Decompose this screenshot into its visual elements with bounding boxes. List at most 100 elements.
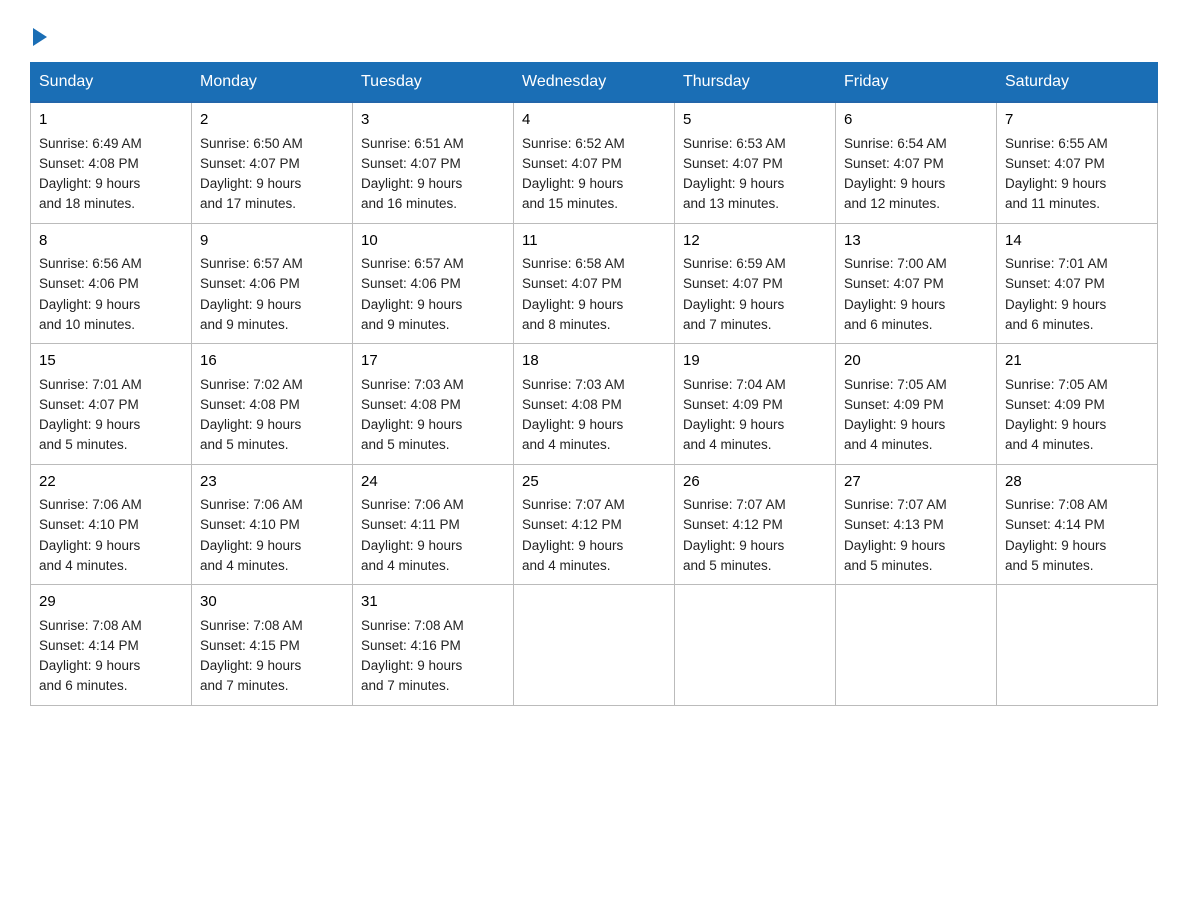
calendar-cell: 24 Sunrise: 7:06 AMSunset: 4:11 PMDayligh… (353, 464, 514, 585)
day-number: 10 (361, 230, 505, 253)
sunrise-info: Sunrise: 6:53 AMSunset: 4:07 PMDaylight:… (683, 136, 786, 212)
page-header (30, 30, 1158, 42)
sunrise-info: Sunrise: 7:02 AMSunset: 4:08 PMDaylight:… (200, 377, 303, 453)
day-number: 5 (683, 109, 827, 132)
day-number: 4 (522, 109, 666, 132)
calendar-table: SundayMondayTuesdayWednesdayThursdayFrid… (30, 62, 1158, 706)
sunrise-info: Sunrise: 6:51 AMSunset: 4:07 PMDaylight:… (361, 136, 464, 212)
day-number: 24 (361, 471, 505, 494)
sunrise-info: Sunrise: 7:01 AMSunset: 4:07 PMDaylight:… (1005, 256, 1108, 332)
sunrise-info: Sunrise: 6:52 AMSunset: 4:07 PMDaylight:… (522, 136, 625, 212)
day-number: 25 (522, 471, 666, 494)
day-number: 6 (844, 109, 988, 132)
calendar-cell: 16 Sunrise: 7:02 AMSunset: 4:08 PMDayligh… (192, 344, 353, 465)
calendar-cell: 19 Sunrise: 7:04 AMSunset: 4:09 PMDayligh… (675, 344, 836, 465)
calendar-cell: 4 Sunrise: 6:52 AMSunset: 4:07 PMDaylight… (514, 102, 675, 223)
sunrise-info: Sunrise: 7:01 AMSunset: 4:07 PMDaylight:… (39, 377, 142, 453)
week-row-1: 1Sunrise: 6:49 AMSunset: 4:08 PMDaylight… (31, 102, 1158, 223)
day-number: 31 (361, 591, 505, 614)
header-thursday: Thursday (675, 63, 836, 103)
day-number: 11 (522, 230, 666, 253)
calendar-cell: 21 Sunrise: 7:05 AMSunset: 4:09 PMDayligh… (997, 344, 1158, 465)
header-monday: Monday (192, 63, 353, 103)
day-number: 27 (844, 471, 988, 494)
sunrise-info: Sunrise: 7:04 AMSunset: 4:09 PMDaylight:… (683, 377, 786, 453)
calendar-cell: 3 Sunrise: 6:51 AMSunset: 4:07 PMDaylight… (353, 102, 514, 223)
day-number: 17 (361, 350, 505, 373)
calendar-cell: 29 Sunrise: 7:08 AMSunset: 4:14 PMDayligh… (31, 585, 192, 706)
sunrise-info: Sunrise: 7:08 AMSunset: 4:14 PMDaylight:… (39, 618, 142, 694)
sunrise-info: Sunrise: 7:07 AMSunset: 4:12 PMDaylight:… (522, 497, 625, 573)
sunrise-info: Sunrise: 7:07 AMSunset: 4:12 PMDaylight:… (683, 497, 786, 573)
calendar-cell: 28 Sunrise: 7:08 AMSunset: 4:14 PMDayligh… (997, 464, 1158, 585)
sunrise-info: Sunrise: 7:03 AMSunset: 4:08 PMDaylight:… (361, 377, 464, 453)
sunrise-info: Sunrise: 6:56 AMSunset: 4:06 PMDaylight:… (39, 256, 142, 332)
calendar-cell: 7 Sunrise: 6:55 AMSunset: 4:07 PMDaylight… (997, 102, 1158, 223)
calendar-cell: 25 Sunrise: 7:07 AMSunset: 4:12 PMDayligh… (514, 464, 675, 585)
day-number: 1 (39, 109, 183, 132)
day-number: 28 (1005, 471, 1149, 494)
calendar-cell: 27 Sunrise: 7:07 AMSunset: 4:13 PMDayligh… (836, 464, 997, 585)
sunrise-info: Sunrise: 7:08 AMSunset: 4:16 PMDaylight:… (361, 618, 464, 694)
sunrise-info: Sunrise: 6:57 AMSunset: 4:06 PMDaylight:… (200, 256, 303, 332)
calendar-cell: 14 Sunrise: 7:01 AMSunset: 4:07 PMDayligh… (997, 223, 1158, 344)
logo-triangle-icon (33, 28, 47, 46)
day-number: 26 (683, 471, 827, 494)
day-number: 15 (39, 350, 183, 373)
day-number: 19 (683, 350, 827, 373)
calendar-cell: 20Sunrise: 7:05 AMSunset: 4:09 PMDayligh… (836, 344, 997, 465)
week-row-2: 8 Sunrise: 6:56 AMSunset: 4:06 PMDaylight… (31, 223, 1158, 344)
calendar-header-row: SundayMondayTuesdayWednesdayThursdayFrid… (31, 63, 1158, 103)
sunrise-info: Sunrise: 6:59 AMSunset: 4:07 PMDaylight:… (683, 256, 786, 332)
calendar-cell: 22Sunrise: 7:06 AMSunset: 4:10 PMDayligh… (31, 464, 192, 585)
day-number: 18 (522, 350, 666, 373)
calendar-cell: 30 Sunrise: 7:08 AMSunset: 4:15 PMDayligh… (192, 585, 353, 706)
calendar-cell: 2Sunrise: 6:50 AMSunset: 4:07 PMDaylight… (192, 102, 353, 223)
sunrise-info: Sunrise: 6:55 AMSunset: 4:07 PMDaylight:… (1005, 136, 1108, 212)
day-number: 23 (200, 471, 344, 494)
calendar-cell: 8 Sunrise: 6:56 AMSunset: 4:06 PMDaylight… (31, 223, 192, 344)
header-saturday: Saturday (997, 63, 1158, 103)
day-number: 14 (1005, 230, 1149, 253)
week-row-4: 22 Sunrise: 7:06 AMSunset: 4:10 PMDayligh… (31, 464, 1158, 585)
calendar-cell (675, 585, 836, 706)
sunrise-info: Sunrise: 7:08 AMSunset: 4:15 PMDaylight:… (200, 618, 303, 694)
week-row-3: 15 Sunrise: 7:01 AMSunset: 4:07 PMDayligh… (31, 344, 1158, 465)
day-number: 20 (844, 350, 988, 373)
calendar-cell: 15 Sunrise: 7:01 AMSunset: 4:07 PMDayligh… (31, 344, 192, 465)
day-number: 3 (361, 109, 505, 132)
day-number: 21 (1005, 350, 1149, 373)
day-number: 30 (200, 591, 344, 614)
sunrise-info: Sunrise: 7:05 AMSunset: 4:09 PMDaylight:… (1005, 377, 1108, 453)
sunrise-info: Sunrise: 7:08 AMSunset: 4:14 PMDaylight:… (1005, 497, 1108, 573)
day-number: 9 (200, 230, 344, 253)
calendar-cell: 17 Sunrise: 7:03 AMSunset: 4:08 PMDayligh… (353, 344, 514, 465)
calendar-cell: 6Sunrise: 6:54 AMSunset: 4:07 PMDaylight… (836, 102, 997, 223)
logo (30, 30, 47, 42)
calendar-cell: 18Sunrise: 7:03 AMSunset: 4:08 PMDayligh… (514, 344, 675, 465)
sunrise-info: Sunrise: 7:07 AMSunset: 4:13 PMDaylight:… (844, 497, 947, 573)
calendar-cell: 13Sunrise: 7:00 AMSunset: 4:07 PMDayligh… (836, 223, 997, 344)
calendar-cell (836, 585, 997, 706)
day-number: 13 (844, 230, 988, 253)
calendar-cell: 31 Sunrise: 7:08 AMSunset: 4:16 PMDayligh… (353, 585, 514, 706)
header-wednesday: Wednesday (514, 63, 675, 103)
day-number: 16 (200, 350, 344, 373)
day-number: 22 (39, 471, 183, 494)
calendar-cell: 5 Sunrise: 6:53 AMSunset: 4:07 PMDaylight… (675, 102, 836, 223)
calendar-cell (997, 585, 1158, 706)
calendar-cell: 23 Sunrise: 7:06 AMSunset: 4:10 PMDayligh… (192, 464, 353, 585)
sunrise-info: Sunrise: 6:58 AMSunset: 4:07 PMDaylight:… (522, 256, 625, 332)
calendar-cell: 10 Sunrise: 6:57 AMSunset: 4:06 PMDayligh… (353, 223, 514, 344)
calendar-cell: 12Sunrise: 6:59 AMSunset: 4:07 PMDayligh… (675, 223, 836, 344)
header-friday: Friday (836, 63, 997, 103)
day-number: 7 (1005, 109, 1149, 132)
sunrise-info: Sunrise: 7:06 AMSunset: 4:11 PMDaylight:… (361, 497, 464, 573)
header-tuesday: Tuesday (353, 63, 514, 103)
sunrise-info: Sunrise: 7:06 AMSunset: 4:10 PMDaylight:… (200, 497, 303, 573)
header-sunday: Sunday (31, 63, 192, 103)
sunrise-info: Sunrise: 6:57 AMSunset: 4:06 PMDaylight:… (361, 256, 464, 332)
day-number: 8 (39, 230, 183, 253)
day-number: 29 (39, 591, 183, 614)
calendar-cell: 1Sunrise: 6:49 AMSunset: 4:08 PMDaylight… (31, 102, 192, 223)
